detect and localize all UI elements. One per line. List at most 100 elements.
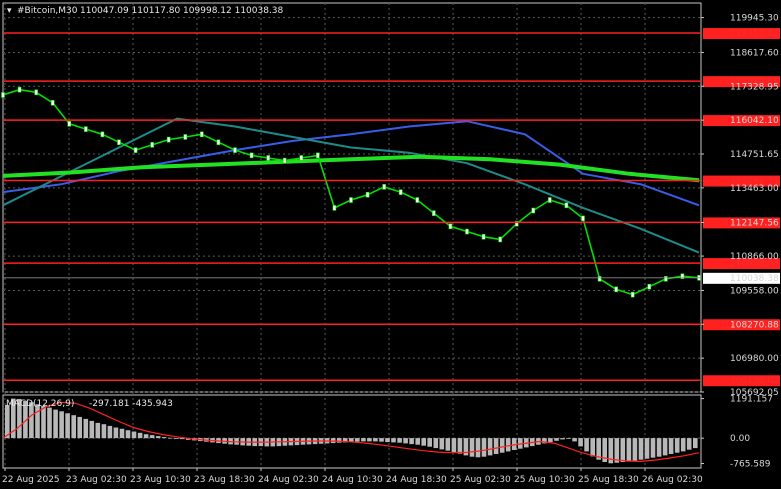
moving-average-line bbox=[2, 120, 700, 207]
price-point bbox=[398, 189, 403, 195]
macd-bar bbox=[355, 438, 360, 442]
macd-bar bbox=[361, 438, 366, 442]
macd-bar bbox=[554, 438, 559, 441]
time-tick-label: 25 Aug 18:30 bbox=[578, 475, 639, 485]
macd-bar bbox=[680, 438, 686, 452]
macd-bar bbox=[487, 438, 493, 456]
macd-tick-label: 1191.157 bbox=[730, 395, 773, 405]
price-point bbox=[531, 207, 536, 214]
price-tick-label: 108270.88 bbox=[730, 320, 779, 330]
macd-bar bbox=[626, 438, 632, 462]
price-point bbox=[349, 197, 353, 203]
price-tick-label: 114751.65 bbox=[730, 150, 779, 160]
macd-bar bbox=[403, 438, 408, 444]
macd-bar bbox=[499, 438, 505, 453]
macd-bar bbox=[119, 428, 125, 439]
time-tick-label: 23 Aug 18:30 bbox=[194, 475, 255, 485]
macd-bar bbox=[584, 438, 589, 452]
price-point bbox=[581, 215, 585, 222]
price-tick-label: 113463.00 bbox=[730, 184, 779, 194]
macd-bar bbox=[445, 438, 451, 451]
level-label: 119355.82 bbox=[730, 29, 779, 39]
price-tick-label: 112147.56 bbox=[730, 218, 779, 228]
macd-bar bbox=[638, 438, 644, 460]
time-tick-label: 24 Aug 18:30 bbox=[386, 475, 447, 485]
price-tick-label: 106980.00 bbox=[730, 354, 779, 364]
macd-bar bbox=[475, 438, 481, 458]
macd-bar bbox=[95, 422, 101, 439]
price-tick-label: 116042.10 bbox=[730, 116, 779, 126]
macd-bar bbox=[391, 438, 396, 443]
price-tick-label: 118617.60 bbox=[730, 48, 779, 58]
macd-bar bbox=[397, 438, 402, 443]
level-label: 106139.01 bbox=[730, 376, 779, 386]
macd-bar bbox=[77, 416, 82, 439]
level-lines[interactable]: 119355.82117525.68116042.10113741.051121… bbox=[3, 28, 780, 387]
price-point bbox=[50, 100, 55, 106]
time-tick-label: 26 Aug 02:30 bbox=[642, 475, 703, 485]
macd-bar bbox=[572, 438, 577, 442]
macd-bar bbox=[505, 438, 511, 452]
macd-bar bbox=[161, 437, 167, 439]
time-tick-label: 23 Aug 10:30 bbox=[130, 475, 191, 485]
price-point bbox=[266, 155, 270, 161]
price-point bbox=[465, 228, 469, 235]
chart-canvas[interactable]: 110038.38 119355.82117525.68116042.10113… bbox=[0, 0, 781, 489]
macd-bar bbox=[548, 438, 553, 443]
macd-bar bbox=[656, 438, 662, 457]
macd-bar bbox=[662, 438, 668, 456]
macd-bar bbox=[427, 438, 432, 447]
macd-bar bbox=[41, 405, 46, 439]
macd-bar bbox=[668, 438, 674, 454]
price-point bbox=[17, 86, 22, 93]
macd-bar bbox=[174, 438, 179, 439]
price-point bbox=[183, 134, 188, 140]
price-point bbox=[614, 286, 618, 293]
macd-bar bbox=[590, 438, 595, 457]
price-point bbox=[133, 147, 138, 153]
price-tick-label: 119945.30 bbox=[730, 14, 779, 24]
macd-bar bbox=[385, 438, 390, 443]
price-point bbox=[316, 152, 320, 159]
macd-bar bbox=[457, 438, 463, 454]
macd-bar bbox=[373, 438, 378, 442]
moving-averages bbox=[2, 117, 700, 254]
price-point bbox=[597, 276, 602, 282]
price-point bbox=[647, 283, 652, 290]
macd-bar bbox=[511, 438, 517, 450]
price-tick-label: 117328.95 bbox=[730, 82, 779, 92]
macd-bar bbox=[421, 438, 426, 446]
price-point bbox=[498, 236, 502, 243]
price-point bbox=[664, 276, 668, 282]
price-point bbox=[548, 197, 552, 203]
price-point bbox=[216, 139, 221, 146]
time-tick-label: 22 Aug 2025 bbox=[2, 475, 60, 485]
macd-bar bbox=[674, 438, 680, 453]
macd-bar bbox=[367, 438, 372, 442]
macd-bar bbox=[155, 436, 161, 439]
time-tick-label: 25 Aug 10:30 bbox=[514, 475, 575, 485]
macd-bar bbox=[620, 438, 626, 462]
price-point bbox=[84, 126, 88, 132]
macd-bar bbox=[59, 411, 64, 439]
macd-bar bbox=[650, 438, 656, 458]
macd-bar bbox=[409, 438, 414, 445]
macd-values: -297.181 -435.943 bbox=[89, 399, 173, 409]
price-point bbox=[166, 136, 171, 143]
price-point bbox=[564, 202, 569, 209]
chart-window[interactable]: 110038.38 119355.82 117525.68 116042.10 113… bbox=[0, 0, 781, 489]
macd-bar bbox=[336, 438, 342, 443]
macd-bar bbox=[433, 438, 439, 449]
dropdown-arrow-icon[interactable]: ▾ bbox=[7, 6, 12, 16]
macd-bar bbox=[469, 438, 475, 457]
macd-bar bbox=[83, 418, 89, 439]
symbol-label: #Bitcoin,M30 bbox=[17, 6, 78, 16]
axes: 119945.30 118617.60 117328.95 116042.10 1147… bbox=[2, 14, 779, 485]
macd-bar bbox=[107, 425, 113, 439]
price-point bbox=[117, 139, 121, 146]
macd-bar bbox=[439, 438, 445, 450]
macd-bar bbox=[451, 438, 457, 452]
macd-bar bbox=[644, 438, 650, 459]
price-point bbox=[282, 157, 287, 164]
macd-bar bbox=[89, 420, 95, 439]
